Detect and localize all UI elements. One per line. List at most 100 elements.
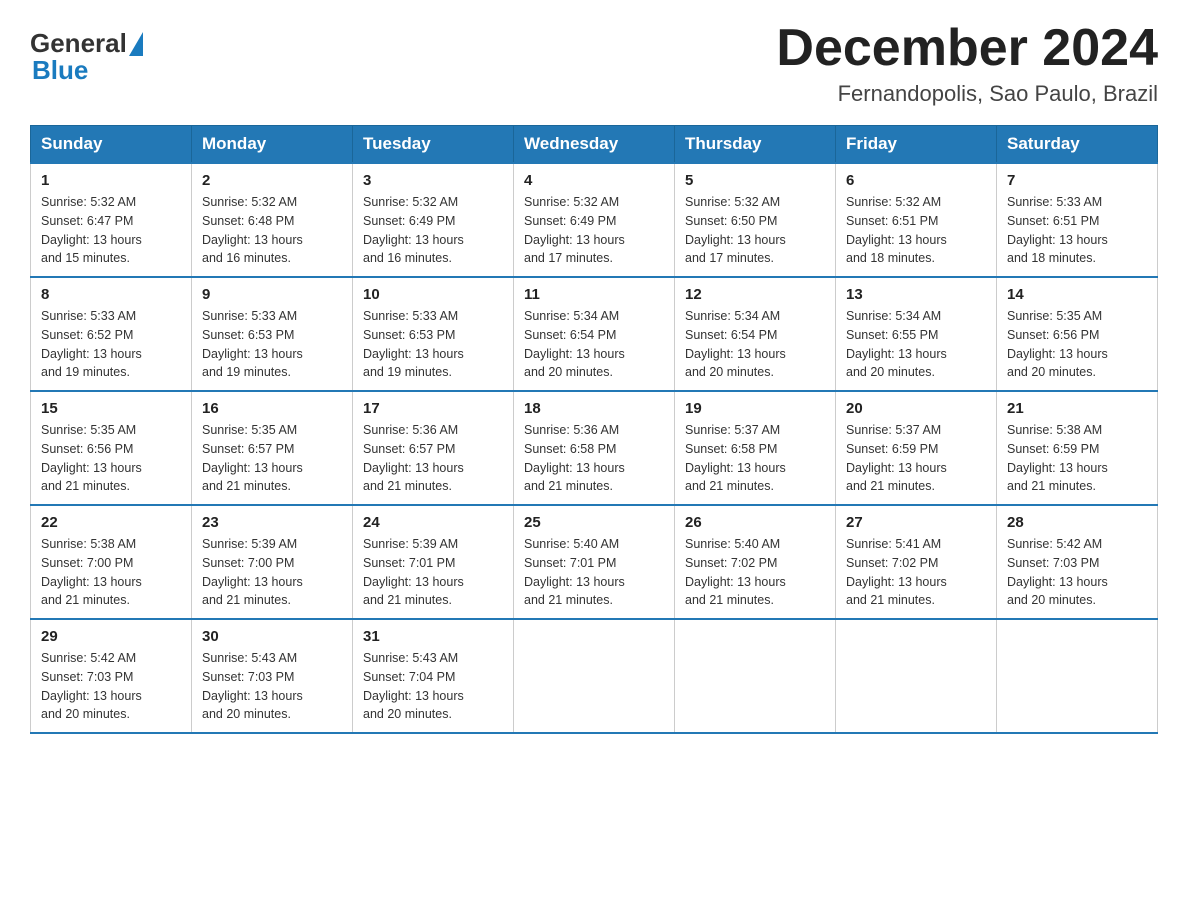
day-info: Sunrise: 5:37 AMSunset: 6:59 PMDaylight:…	[846, 421, 986, 496]
day-number: 31	[363, 628, 503, 645]
day-number: 25	[524, 514, 664, 531]
calendar-cell: 6 Sunrise: 5:32 AMSunset: 6:51 PMDaylight…	[836, 163, 997, 277]
calendar-cell	[836, 619, 997, 733]
calendar-cell: 5 Sunrise: 5:32 AMSunset: 6:50 PMDaylight…	[675, 163, 836, 277]
day-number: 29	[41, 628, 181, 645]
calendar-cell: 26 Sunrise: 5:40 AMSunset: 7:02 PMDayligh…	[675, 505, 836, 619]
calendar-cell: 22Sunrise: 5:38 AMSunset: 7:00 PMDayligh…	[31, 505, 192, 619]
day-number: 28	[1007, 514, 1147, 531]
logo-triangle-icon	[129, 32, 143, 56]
day-number: 3	[363, 172, 503, 189]
calendar-cell: 30Sunrise: 5:43 AMSunset: 7:03 PMDayligh…	[192, 619, 353, 733]
day-number: 17	[363, 400, 503, 417]
day-number: 22	[41, 514, 181, 531]
day-info: Sunrise: 5:32 AMSunset: 6:49 PMDaylight:…	[524, 193, 664, 268]
calendar-week-row: 29Sunrise: 5:42 AMSunset: 7:03 PMDayligh…	[31, 619, 1158, 733]
day-number: 30	[202, 628, 342, 645]
day-info: Sunrise: 5:35 AMSunset: 6:56 PMDaylight:…	[41, 421, 181, 496]
day-info: Sunrise: 5:32 AMSunset: 6:50 PMDaylight:…	[685, 193, 825, 268]
day-number: 7	[1007, 172, 1147, 189]
calendar-header-row: SundayMondayTuesdayWednesdayThursdayFrid…	[31, 126, 1158, 164]
calendar-cell: 11Sunrise: 5:34 AMSunset: 6:54 PMDayligh…	[514, 277, 675, 391]
calendar-week-row: 15 Sunrise: 5:35 AMSunset: 6:56 PMDayligh…	[31, 391, 1158, 505]
calendar-cell: 8Sunrise: 5:33 AMSunset: 6:52 PMDaylight…	[31, 277, 192, 391]
day-number: 1	[41, 172, 181, 189]
day-info: Sunrise: 5:35 AMSunset: 6:57 PMDaylight:…	[202, 421, 342, 496]
day-number: 23	[202, 514, 342, 531]
calendar-cell: 2 Sunrise: 5:32 AMSunset: 6:48 PMDaylight…	[192, 163, 353, 277]
day-number: 4	[524, 172, 664, 189]
header-thursday: Thursday	[675, 126, 836, 164]
calendar-cell: 15 Sunrise: 5:35 AMSunset: 6:56 PMDayligh…	[31, 391, 192, 505]
day-info: Sunrise: 5:32 AMSunset: 6:48 PMDaylight:…	[202, 193, 342, 268]
calendar-table: SundayMondayTuesdayWednesdayThursdayFrid…	[30, 125, 1158, 734]
calendar-cell: 27 Sunrise: 5:41 AMSunset: 7:02 PMDayligh…	[836, 505, 997, 619]
day-number: 12	[685, 286, 825, 303]
header: General Blue December 2024 Fernandopolis…	[30, 20, 1158, 107]
calendar-cell: 9Sunrise: 5:33 AMSunset: 6:53 PMDaylight…	[192, 277, 353, 391]
day-number: 8	[41, 286, 181, 303]
day-info: Sunrise: 5:42 AMSunset: 7:03 PMDaylight:…	[1007, 535, 1147, 610]
calendar-cell: 25 Sunrise: 5:40 AMSunset: 7:01 PMDayligh…	[514, 505, 675, 619]
header-saturday: Saturday	[997, 126, 1158, 164]
calendar-cell: 3 Sunrise: 5:32 AMSunset: 6:49 PMDaylight…	[353, 163, 514, 277]
day-info: Sunrise: 5:40 AMSunset: 7:01 PMDaylight:…	[524, 535, 664, 610]
day-info: Sunrise: 5:37 AMSunset: 6:58 PMDaylight:…	[685, 421, 825, 496]
day-number: 26	[685, 514, 825, 531]
calendar-cell: 1 Sunrise: 5:32 AMSunset: 6:47 PMDaylight…	[31, 163, 192, 277]
header-sunday: Sunday	[31, 126, 192, 164]
day-number: 27	[846, 514, 986, 531]
day-info: Sunrise: 5:32 AMSunset: 6:49 PMDaylight:…	[363, 193, 503, 268]
day-info: Sunrise: 5:33 AMSunset: 6:51 PMDaylight:…	[1007, 193, 1147, 268]
day-number: 13	[846, 286, 986, 303]
calendar-cell: 29Sunrise: 5:42 AMSunset: 7:03 PMDayligh…	[31, 619, 192, 733]
day-number: 5	[685, 172, 825, 189]
day-info: Sunrise: 5:39 AMSunset: 7:01 PMDaylight:…	[363, 535, 503, 610]
month-title: December 2024	[776, 20, 1158, 77]
calendar-week-row: 1 Sunrise: 5:32 AMSunset: 6:47 PMDaylight…	[31, 163, 1158, 277]
day-number: 19	[685, 400, 825, 417]
day-info: Sunrise: 5:34 AMSunset: 6:55 PMDaylight:…	[846, 307, 986, 382]
location: Fernandopolis, Sao Paulo, Brazil	[776, 81, 1158, 107]
header-tuesday: Tuesday	[353, 126, 514, 164]
calendar-cell: 20 Sunrise: 5:37 AMSunset: 6:59 PMDayligh…	[836, 391, 997, 505]
day-info: Sunrise: 5:35 AMSunset: 6:56 PMDaylight:…	[1007, 307, 1147, 382]
day-number: 14	[1007, 286, 1147, 303]
day-info: Sunrise: 5:40 AMSunset: 7:02 PMDaylight:…	[685, 535, 825, 610]
calendar-cell: 19 Sunrise: 5:37 AMSunset: 6:58 PMDayligh…	[675, 391, 836, 505]
day-info: Sunrise: 5:41 AMSunset: 7:02 PMDaylight:…	[846, 535, 986, 610]
day-number: 21	[1007, 400, 1147, 417]
calendar-cell: 24 Sunrise: 5:39 AMSunset: 7:01 PMDayligh…	[353, 505, 514, 619]
header-friday: Friday	[836, 126, 997, 164]
calendar-cell: 23 Sunrise: 5:39 AMSunset: 7:00 PMDayligh…	[192, 505, 353, 619]
day-number: 16	[202, 400, 342, 417]
header-monday: Monday	[192, 126, 353, 164]
day-number: 11	[524, 286, 664, 303]
calendar-cell: 18Sunrise: 5:36 AMSunset: 6:58 PMDayligh…	[514, 391, 675, 505]
calendar-cell: 7 Sunrise: 5:33 AMSunset: 6:51 PMDaylight…	[997, 163, 1158, 277]
day-number: 2	[202, 172, 342, 189]
day-info: Sunrise: 5:39 AMSunset: 7:00 PMDaylight:…	[202, 535, 342, 610]
header-wednesday: Wednesday	[514, 126, 675, 164]
calendar-cell	[514, 619, 675, 733]
day-info: Sunrise: 5:36 AMSunset: 6:57 PMDaylight:…	[363, 421, 503, 496]
calendar-week-row: 22Sunrise: 5:38 AMSunset: 7:00 PMDayligh…	[31, 505, 1158, 619]
calendar-cell: 12Sunrise: 5:34 AMSunset: 6:54 PMDayligh…	[675, 277, 836, 391]
day-number: 6	[846, 172, 986, 189]
calendar-cell: 28 Sunrise: 5:42 AMSunset: 7:03 PMDayligh…	[997, 505, 1158, 619]
day-number: 10	[363, 286, 503, 303]
day-number: 15	[41, 400, 181, 417]
calendar-cell: 14 Sunrise: 5:35 AMSunset: 6:56 PMDayligh…	[997, 277, 1158, 391]
calendar-cell	[675, 619, 836, 733]
day-info: Sunrise: 5:38 AMSunset: 6:59 PMDaylight:…	[1007, 421, 1147, 496]
calendar-cell: 13 Sunrise: 5:34 AMSunset: 6:55 PMDayligh…	[836, 277, 997, 391]
calendar-cell: 17 Sunrise: 5:36 AMSunset: 6:57 PMDayligh…	[353, 391, 514, 505]
calendar-cell: 16 Sunrise: 5:35 AMSunset: 6:57 PMDayligh…	[192, 391, 353, 505]
day-info: Sunrise: 5:33 AMSunset: 6:53 PMDaylight:…	[363, 307, 503, 382]
day-info: Sunrise: 5:32 AMSunset: 6:51 PMDaylight:…	[846, 193, 986, 268]
day-number: 24	[363, 514, 503, 531]
day-number: 20	[846, 400, 986, 417]
day-info: Sunrise: 5:32 AMSunset: 6:47 PMDaylight:…	[41, 193, 181, 268]
day-info: Sunrise: 5:33 AMSunset: 6:53 PMDaylight:…	[202, 307, 342, 382]
calendar-cell: 21 Sunrise: 5:38 AMSunset: 6:59 PMDayligh…	[997, 391, 1158, 505]
